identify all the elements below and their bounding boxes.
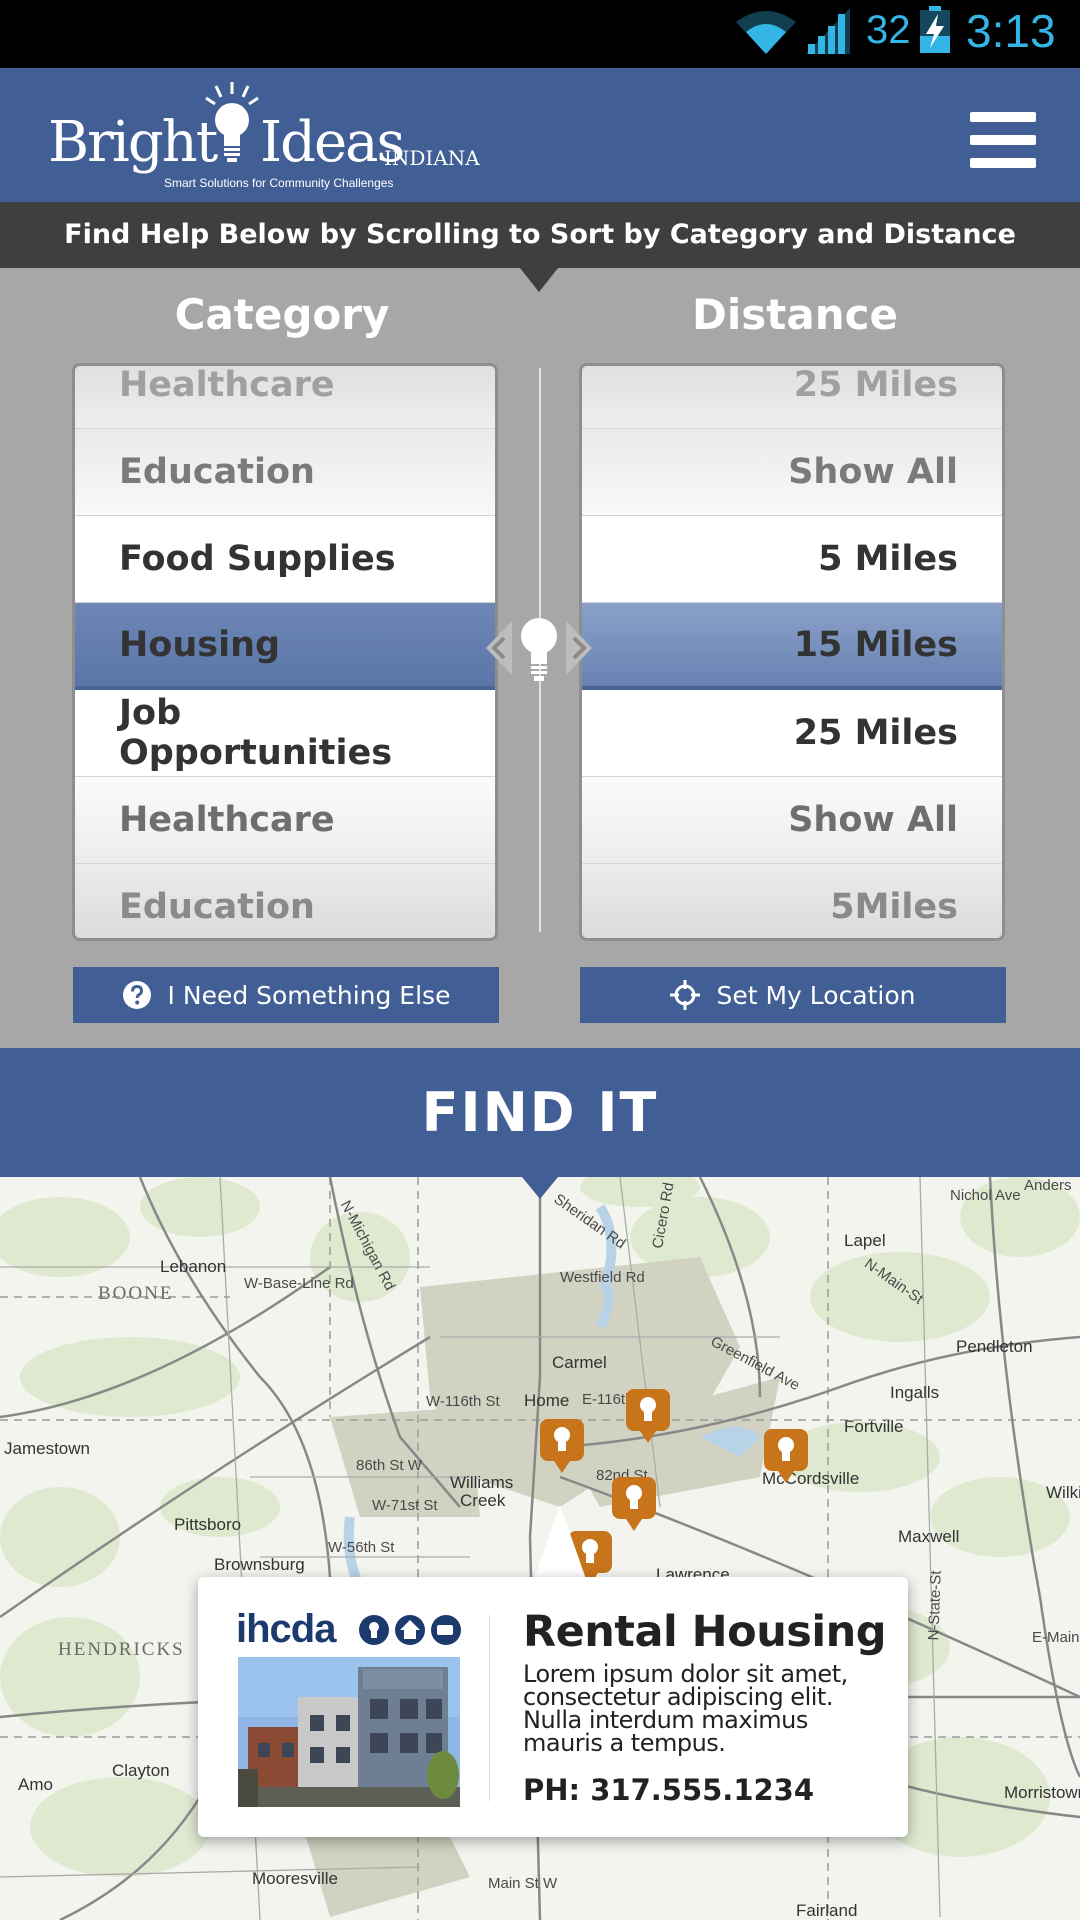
- category-option[interactable]: Education: [75, 429, 495, 516]
- category-option[interactable]: Education: [75, 864, 495, 938]
- signal-icon: [806, 8, 850, 54]
- map-label: Main St W: [488, 1875, 558, 1892]
- map-label: W-56th St: [328, 1539, 395, 1556]
- distance-option[interactable]: Show All: [582, 777, 1002, 864]
- category-picker[interactable]: Healthcare Education Food Supplies Housi…: [72, 363, 498, 941]
- set-my-location-button[interactable]: Set My Location: [580, 967, 1006, 1023]
- building-photo: [238, 1657, 460, 1807]
- popup-pointer: [534, 1505, 586, 1579]
- clock: 3:13: [966, 5, 1056, 57]
- lightbulb-pin-icon[interactable]: [762, 1427, 810, 1485]
- instruction-pointer: [520, 268, 558, 292]
- map-label: Carmel: [552, 1353, 607, 1372]
- map-label: Maxwell: [898, 1527, 960, 1546]
- bright-ideas-logo[interactable]: Bright Ideas INDIANA Smart Solutions for…: [48, 80, 480, 200]
- map-label: Ingalls: [890, 1383, 940, 1402]
- org-logo-icons: [359, 1615, 461, 1645]
- distance-option-selected[interactable]: 15 Miles: [582, 603, 1002, 690]
- map-label: W-71st St: [372, 1497, 438, 1514]
- help-circle-icon: [122, 981, 151, 1009]
- map-label: Amo: [18, 1775, 53, 1794]
- app-header: Bright Ideas INDIANA Smart Solutions for…: [0, 68, 1080, 202]
- need-something-else-button[interactable]: I Need Something Else: [73, 967, 499, 1023]
- map-label: W-116th St: [426, 1393, 500, 1410]
- set-my-location-label: Set My Location: [716, 980, 916, 1010]
- distance-picker[interactable]: 25 Miles Show All 5 Miles 15 Miles 25 Mi…: [579, 363, 1005, 941]
- need-something-else-label: I Need Something Else: [167, 980, 451, 1010]
- distance-option[interactable]: 5Miles: [582, 864, 1002, 938]
- map-label: Brownsburg: [214, 1555, 305, 1574]
- distance-option[interactable]: 5 Miles: [582, 516, 1002, 603]
- distance-option[interactable]: 25 Miles: [582, 690, 1002, 777]
- category-option[interactable]: Healthcare: [75, 366, 495, 429]
- category-option-selected[interactable]: Housing: [75, 603, 495, 690]
- lightbulb-selector-icon: [486, 618, 592, 681]
- category-option[interactable]: Food Supplies: [75, 516, 495, 603]
- map-label: W-Base-Line Rd: [244, 1275, 354, 1292]
- instruction-bar: Find Help Below by Scrolling to Sort by …: [0, 202, 1080, 268]
- map-label: N-State-St: [925, 1570, 945, 1641]
- map-label: Wilki: [1046, 1483, 1080, 1502]
- map-label: Pendleton: [956, 1337, 1033, 1356]
- map-label: Home: [524, 1391, 570, 1410]
- map-label: Morristown: [1004, 1783, 1080, 1802]
- map-label: Williams: [450, 1473, 514, 1492]
- map-label: 86th St W: [356, 1457, 422, 1474]
- lightbulb-pin-icon[interactable]: [610, 1475, 658, 1533]
- popup-divider: [489, 1615, 490, 1801]
- distance-title: Distance: [692, 290, 898, 339]
- battery-level: 32: [866, 8, 911, 52]
- listing-title: Rental Housing: [523, 1607, 887, 1657]
- category-title: Category: [174, 290, 390, 339]
- distance-option[interactable]: Show All: [582, 429, 1002, 516]
- logo-text-indiana: INDIANA: [384, 146, 480, 170]
- lightbulb-pin-icon[interactable]: [624, 1387, 672, 1445]
- map-label: Lapel: [844, 1231, 886, 1250]
- distance-option[interactable]: 25 Miles: [582, 366, 1002, 429]
- map-label: HENDRICKS: [58, 1639, 185, 1660]
- lightbulb-pin-icon[interactable]: [538, 1417, 586, 1475]
- map-label: Pittsboro: [174, 1515, 242, 1534]
- logo-text-bright: Bright: [48, 110, 218, 175]
- map-label: Jamestown: [4, 1439, 90, 1458]
- logo-text-ideas: Ideas: [260, 110, 405, 175]
- logo-tagline: Smart Solutions for Community Challenges: [164, 176, 394, 190]
- map-label: Clayton: [112, 1761, 170, 1780]
- category-option[interactable]: Healthcare: [75, 777, 495, 864]
- battery-charging-icon: [920, 6, 950, 53]
- map-label: Creek: [460, 1491, 506, 1510]
- org-logo-text: ihcda: [236, 1607, 336, 1651]
- map-label: Anders: [1024, 1177, 1072, 1194]
- map-label: Fairland: [796, 1901, 858, 1920]
- map-label: Westfield Rd: [560, 1269, 645, 1286]
- listing-description: Lorem ipsum dolor sit amet, consectetur …: [523, 1660, 848, 1757]
- map-label: E-Main: [1032, 1629, 1080, 1646]
- map-label: BOONE: [98, 1283, 174, 1304]
- hamburger-menu-icon[interactable]: [970, 112, 1036, 168]
- listing-phone[interactable]: PH: 317.555.1234: [523, 1773, 814, 1807]
- map-label: Mooresville: [252, 1869, 338, 1888]
- crosshair-location-icon: [670, 980, 701, 1010]
- wifi-icon: [736, 11, 796, 54]
- map-label: Fortville: [844, 1417, 904, 1436]
- category-option[interactable]: Job Opportunities: [75, 690, 495, 777]
- status-bar: 32 3:13: [0, 0, 1080, 68]
- map-label: Nichol Ave: [950, 1187, 1021, 1204]
- find-it-pointer: [522, 1177, 558, 1199]
- map-label: Lebanon: [160, 1257, 227, 1276]
- location-info-card[interactable]: ihcda Rental Housing Lorem ipsum dolor s…: [198, 1577, 908, 1837]
- find-it-button[interactable]: FIND IT: [0, 1048, 1080, 1177]
